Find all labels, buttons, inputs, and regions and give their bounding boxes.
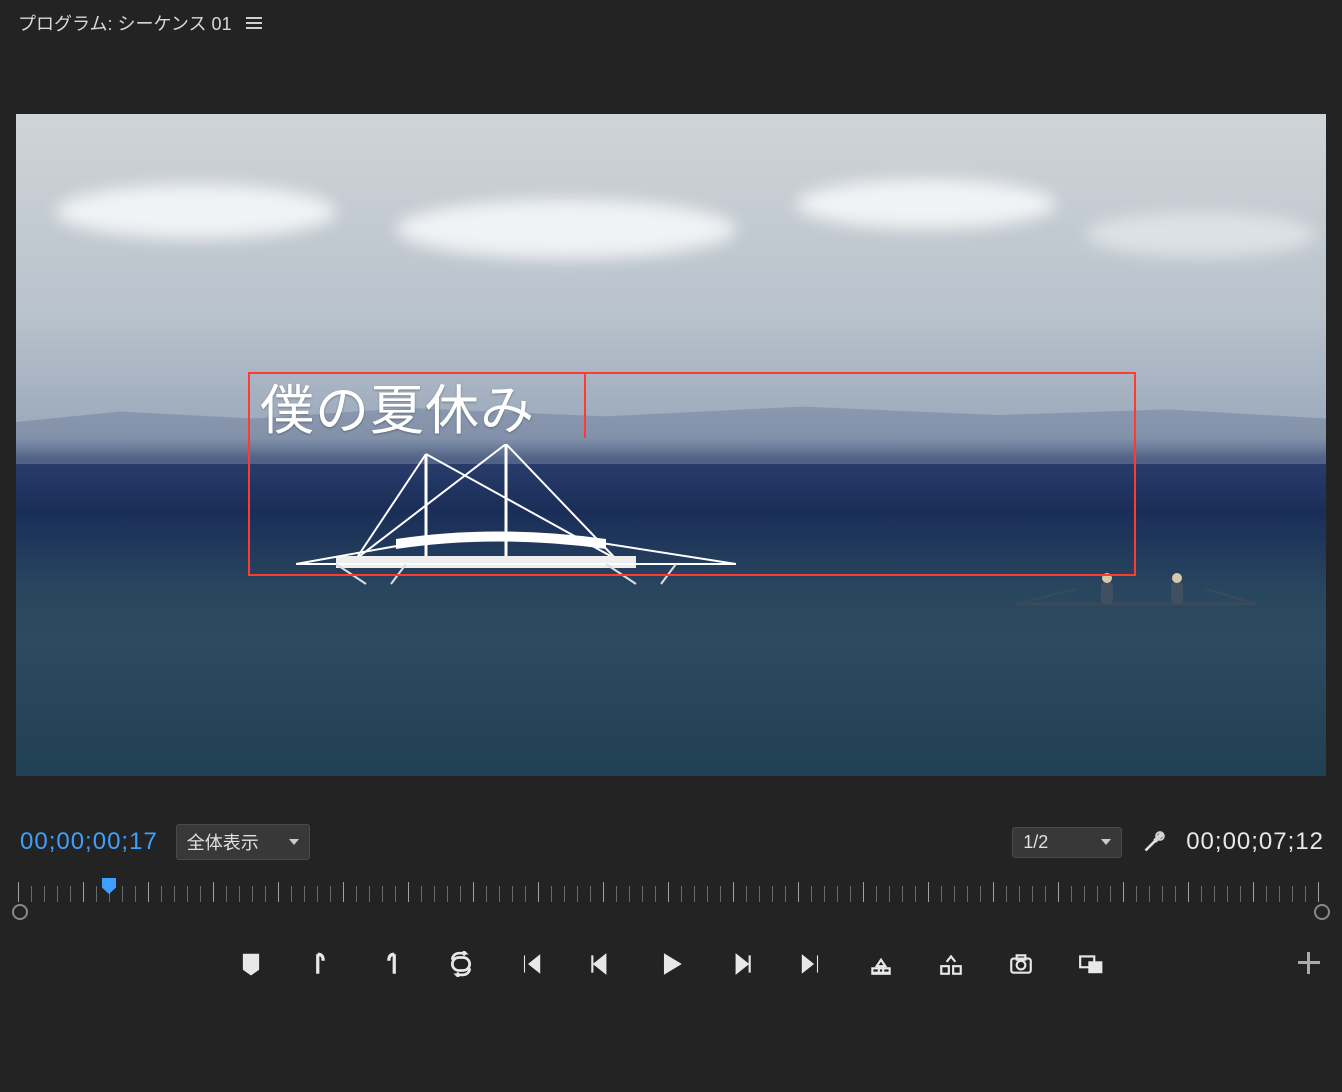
panel-title: プログラム: シーケンス 01 xyxy=(18,10,232,36)
video-content xyxy=(396,199,736,259)
panel-menu-icon[interactable] xyxy=(246,17,262,29)
ruler-ticks-major xyxy=(18,882,1324,902)
program-monitor[interactable]: 僕の夏休み xyxy=(16,114,1326,776)
resolution-label: 1/2 xyxy=(1023,832,1048,853)
loop-icon[interactable] xyxy=(447,950,475,978)
video-content xyxy=(1086,212,1316,257)
step-back-icon[interactable] xyxy=(587,950,615,978)
zoom-level-dropdown[interactable]: 全体表示 xyxy=(176,824,310,860)
chevron-down-icon xyxy=(1101,839,1111,845)
settings-wrench-icon[interactable] xyxy=(1140,828,1168,856)
current-timecode[interactable]: 00;00;00;17 xyxy=(20,828,158,856)
go-to-in-icon[interactable] xyxy=(517,950,545,978)
extract-icon[interactable] xyxy=(937,950,965,978)
play-icon[interactable] xyxy=(657,950,685,978)
export-frame-icon[interactable] xyxy=(1007,950,1035,978)
video-content xyxy=(56,184,336,239)
timeline-ruler[interactable] xyxy=(18,878,1324,920)
zoom-level-label: 全体表示 xyxy=(187,829,259,855)
go-to-out-icon[interactable] xyxy=(797,950,825,978)
text-cursor xyxy=(584,372,586,438)
zoom-handle-left[interactable] xyxy=(12,904,28,920)
step-forward-icon[interactable] xyxy=(727,950,755,978)
video-content xyxy=(796,179,1056,229)
resolution-dropdown[interactable]: 1/2 xyxy=(1012,827,1122,858)
lift-icon[interactable] xyxy=(867,950,895,978)
zoom-handle-right[interactable] xyxy=(1314,904,1330,920)
comparison-view-icon[interactable] xyxy=(1077,950,1105,978)
title-text-overlay[interactable]: 僕の夏休み xyxy=(260,366,535,445)
marker-icon[interactable] xyxy=(237,950,265,978)
duration-timecode: 00;00;07;12 xyxy=(1186,828,1324,856)
chevron-down-icon xyxy=(289,839,299,845)
button-editor-plus-icon[interactable] xyxy=(1296,950,1322,976)
mark-out-icon[interactable] xyxy=(377,950,405,978)
mark-in-icon[interactable] xyxy=(307,950,335,978)
